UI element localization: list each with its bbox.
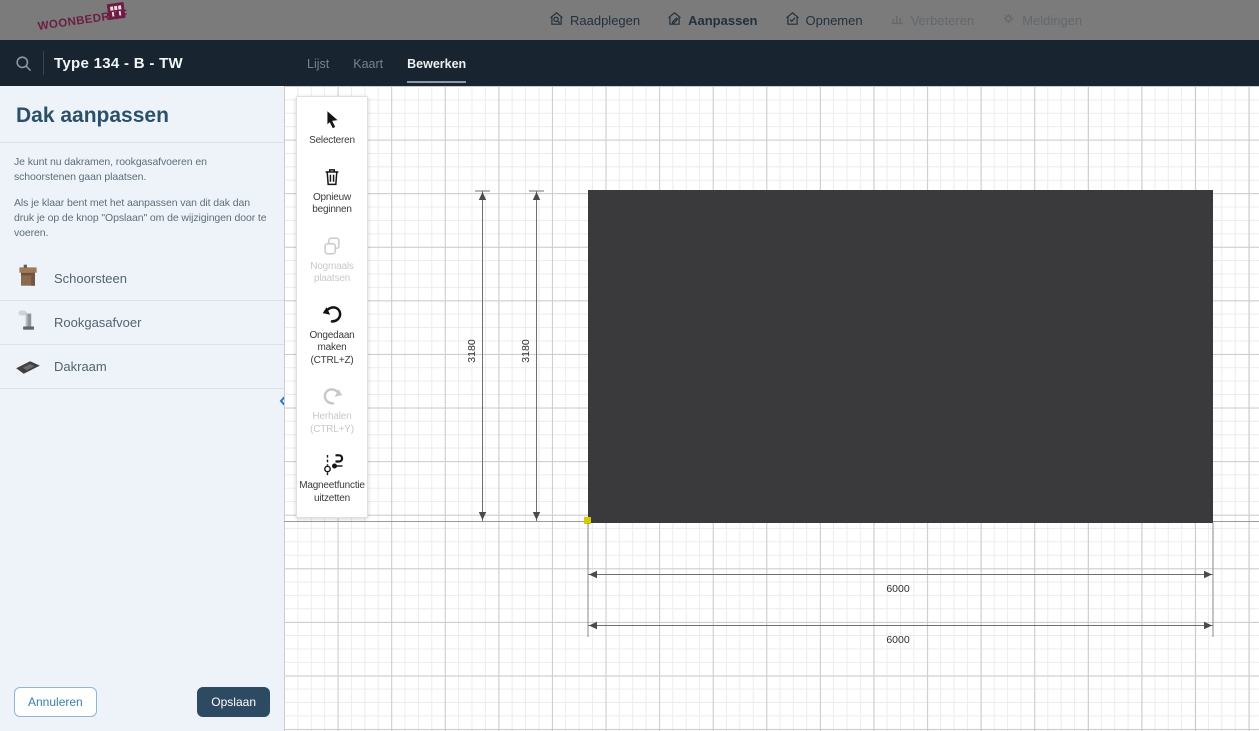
gear-icon — [1000, 10, 1017, 30]
dimension-label-height-1: 3180 — [466, 339, 478, 363]
nav-item-meldingen[interactable]: Meldingen — [1000, 10, 1082, 30]
cursor-icon — [299, 108, 365, 132]
tool-label: Herhalen (CTRL+Y) — [299, 411, 365, 436]
undo-icon — [299, 303, 365, 327]
sidebar: Dak aanpassen Je kunt nu dakramen, rookg… — [0, 86, 284, 731]
roof-drawing: 3180 3180 6000 6000 — [284, 86, 1259, 731]
trash-icon — [299, 165, 365, 189]
dimension-label-width-2: 6000 — [886, 634, 910, 646]
house-check-icon — [784, 10, 801, 30]
tool-redo[interactable]: Herhalen (CTRL+Y) — [297, 376, 367, 445]
tool-label: Nogmaals plaatsen — [299, 261, 365, 286]
copy-icon — [299, 234, 365, 258]
house-search-icon — [548, 10, 565, 30]
dimension-horizontal-2 — [588, 622, 1213, 629]
tool-select[interactable]: Selecteren — [297, 100, 367, 157]
tab-kaart[interactable]: Kaart — [353, 43, 383, 83]
roof-surface[interactable] — [588, 190, 1213, 523]
redo-icon — [299, 384, 365, 408]
tool-label: Opnieuw beginnen — [299, 192, 365, 217]
dimension-label-width-1: 6000 — [886, 583, 910, 595]
tab-bewerken[interactable]: Bewerken — [407, 43, 466, 83]
roof-editor-canvas[interactable]: 3180 3180 6000 6000 — [284, 86, 1259, 731]
top-bar: WOONBEDRIJF Raadplegen Aanpassen — [0, 0, 1259, 40]
intro-paragraph: Je kunt nu dakramen, rookgasafvoeren en … — [0, 143, 284, 184]
nav-item-aanpassen[interactable]: Aanpassen — [666, 10, 757, 30]
nav-label: Raadplegen — [570, 13, 640, 28]
tool-label: Magneetfunctie uitzetten — [299, 480, 365, 505]
list-item-label: Dakraam — [54, 359, 107, 374]
divider — [43, 51, 44, 75]
save-button[interactable]: Opslaan — [197, 687, 270, 717]
tab-lijst[interactable]: Lijst — [307, 43, 329, 83]
page-title: Dak aanpassen — [0, 86, 284, 142]
woonbedrijf-logo[interactable]: WOONBEDRIJF — [38, 2, 158, 40]
view-tabs: Lijst Kaart Bewerken — [307, 40, 466, 86]
cancel-button[interactable]: Annuleren — [14, 687, 97, 717]
nav-label: Meldingen — [1022, 13, 1082, 28]
logo-text: WOONBEDRIJF — [37, 8, 128, 33]
tool-toggle-snap[interactable]: Magneetfunctie uitzetten — [297, 445, 367, 514]
search-icon[interactable] — [14, 54, 33, 73]
dimension-label-height-2: 3180 — [520, 339, 532, 363]
placeable-items-list: Schoorsteen Rookgasafvoer Dakraam — [0, 256, 284, 389]
sub-header: Type 134 - B - TW Lijst Kaart Bewerken — [0, 40, 1259, 86]
magnet-snap-icon — [299, 453, 365, 477]
list-item-dakraam[interactable]: Dakraam — [0, 345, 284, 389]
tool-place-again[interactable]: Nogmaals plaatsen — [297, 226, 367, 295]
nav-label: Aanpassen — [688, 13, 757, 28]
house-pencil-icon — [666, 10, 683, 30]
corner-snap-marker — [584, 517, 591, 524]
list-item-schoorsteen[interactable]: Schoorsteen — [0, 256, 284, 301]
chimney-image — [14, 264, 42, 293]
tool-undo[interactable]: Ongedaan maken (CTRL+Z) — [297, 295, 367, 377]
roof-window-image — [14, 352, 42, 381]
list-item-label: Rookgasafvoer — [54, 315, 141, 330]
tool-label: Ongedaan maken (CTRL+Z) — [299, 330, 365, 368]
main-nav: Raadplegen Aanpassen Opnemen — [548, 0, 1082, 40]
nav-item-verbeteren[interactable]: Verbeteren — [889, 10, 975, 30]
nav-item-opnemen[interactable]: Opnemen — [784, 10, 863, 30]
nav-label: Opnemen — [806, 13, 863, 28]
tool-restart[interactable]: Opnieuw beginnen — [297, 157, 367, 226]
object-title: Type 134 - B - TW — [54, 55, 183, 72]
dimension-horizontal-1 — [588, 571, 1213, 578]
nav-item-raadplegen[interactable]: Raadplegen — [548, 10, 640, 30]
list-item-label: Schoorsteen — [54, 271, 127, 286]
bar-chart-icon — [889, 10, 906, 30]
tool-label: Selecteren — [299, 135, 365, 148]
save-hint-paragraph: Als je klaar bent met het aanpassen van … — [0, 184, 284, 240]
flue-pipe-image — [14, 308, 42, 337]
list-item-rookgasafvoer[interactable]: Rookgasafvoer — [0, 301, 284, 345]
tool-palette: Selecteren Opnieuw beginnen Nogmaals pla… — [296, 96, 368, 518]
nav-label: Verbeteren — [911, 13, 975, 28]
